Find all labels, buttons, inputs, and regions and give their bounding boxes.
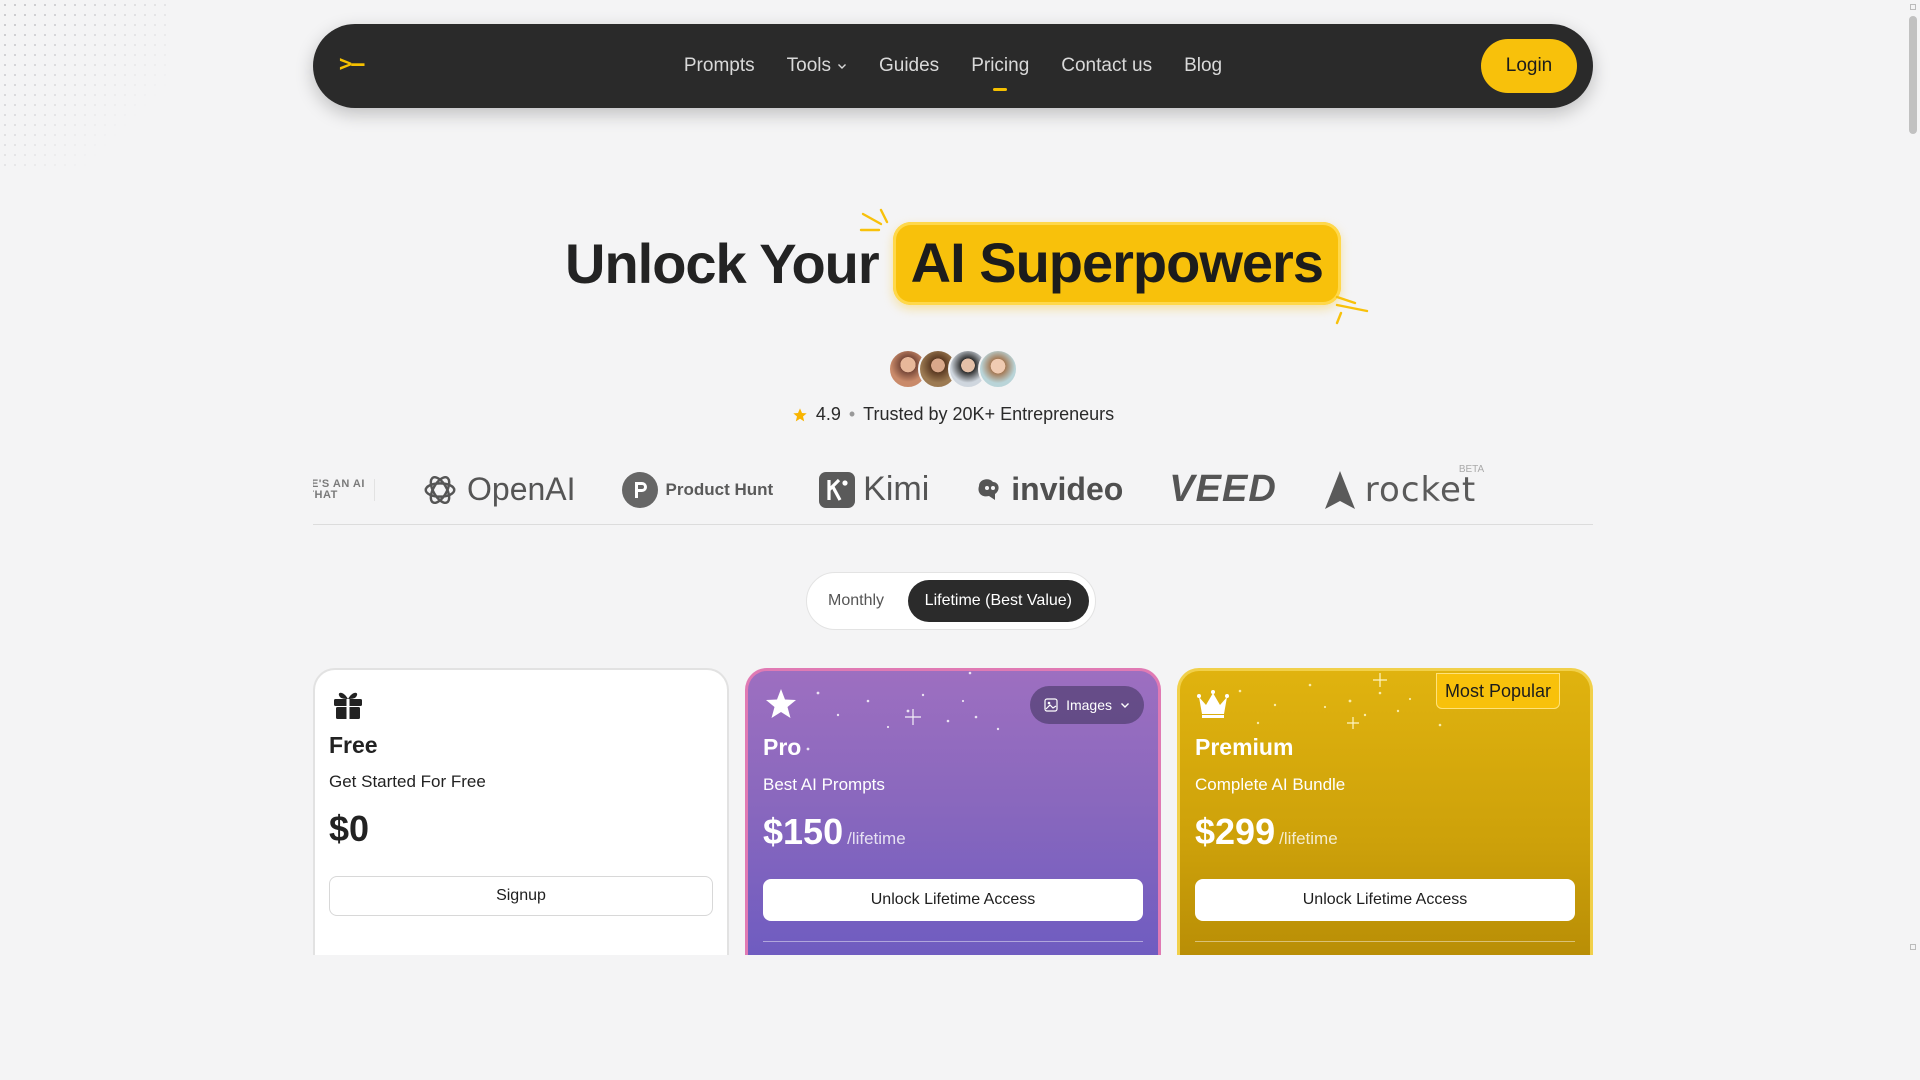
rating-score: 4.9 [815,404,841,424]
hero-title-highlight: AI Superpowers [859,208,1369,325]
nav-item-pricing[interactable]: Pricing [955,55,1045,77]
nav-item-label: Prompts [683,55,755,76]
brand-rocket: rocket BETA [1323,464,1484,510]
brand-logo-strip: THERE'S AN AI FOR THAT OpenAI Product Hu… [313,455,1593,525]
scrollbar-thumb[interactable] [1909,16,1917,134]
price-value: $0 [329,808,370,849]
brand-label: rocket [1364,469,1477,510]
nav-item-tools[interactable]: Tools [771,55,863,77]
brand-label: THERE'S AN AI FOR THAT [313,477,365,501]
price-value: $150 [763,811,844,852]
brand-openai: OpenAI [421,471,576,509]
images-dropdown[interactable]: Images [1030,686,1144,724]
brand-producthunt: Product Hunt [621,471,774,508]
divider [1195,941,1575,942]
plan-price: $0 [329,808,369,850]
nav-item-guides[interactable]: Guides [863,55,955,77]
user-avatars [0,349,1906,389]
decorative-dot-grid [0,0,170,170]
gift-icon [334,692,362,719]
brand-invideo: invideo [975,471,1123,508]
page-scrollbar[interactable] [1906,0,1920,1080]
nav-item-label: Pricing [971,55,1030,76]
nav-links: Prompts Tools Guides Pricing Contact us … [313,24,1593,108]
billing-toggle: Monthly Lifetime (Best Value) [806,572,1096,630]
plan-name: Free [329,732,378,758]
plan-card-premium: Most Popular Premium Complete AI Bundle … [1177,668,1593,955]
producthunt-logo-icon [621,471,658,508]
nav-item-label: Guides [878,55,940,76]
chevron-down-icon [837,64,846,69]
price-period: /lifetime [847,829,906,848]
brand-label: invideo [1011,471,1124,507]
nav-item-blog[interactable]: Blog [1168,55,1238,77]
unlock-lifetime-button[interactable]: Unlock Lifetime Access [763,879,1143,921]
plan-price: $150 /lifetime [763,811,906,853]
plan-name: Premium [1195,734,1294,760]
nav-item-label: Tools [786,55,831,76]
hero-highlight-text: AI Superpowers [910,231,1324,294]
brand-kimi: Kimi [819,470,929,509]
plan-price: $299 /lifetime [1195,811,1338,853]
divider [763,941,1143,942]
signup-button[interactable]: Signup [329,876,713,916]
sparkle-lines-icon [1335,295,1369,325]
hero-title-plain: Unlock Your [565,232,880,295]
price-value: $299 [1195,811,1276,852]
star-icon [793,407,807,421]
brand-label: OpenAI [467,471,576,507]
top-navbar: >– Prompts Tools Guides Pricing Contact … [313,24,1593,108]
plan-card-pro: Images Pro Best AI Prompts $150 /lifetim… [745,668,1161,955]
avatar [978,349,1018,389]
trusted-text: Trusted by 20K+ Entrepreneurs [863,404,1115,424]
brand-label: VEED [1169,468,1277,510]
scroll-down-arrow[interactable] [1910,944,1916,950]
nav-item-label: Contact us [1061,55,1153,76]
nav-item-label: Blog [1184,55,1223,76]
plan-name: Pro [763,734,802,760]
nav-item-prompts[interactable]: Prompts [668,55,771,77]
most-popular-badge: Most Popular [1435,673,1560,709]
chevron-down-icon [1121,703,1129,708]
nav-item-contact[interactable]: Contact us [1045,55,1168,77]
hero-heading: Unlock Your AI Superpowers [0,208,1906,325]
login-button[interactable]: Login [1481,39,1577,93]
star-icon [766,689,796,718]
toggle-lifetime[interactable]: Lifetime (Best Value) [907,580,1089,622]
rocket-logo-icon [1324,470,1355,509]
plan-subtitle: Best AI Prompts [763,775,885,794]
plan-card-free: Free Get Started For Free $0 Signup [313,668,729,955]
toggle-monthly[interactable]: Monthly [813,580,899,622]
invideo-logo-icon [978,478,999,500]
price-period: /lifetime [1279,829,1338,848]
rating-row: 4.9 • Trusted by 20K+ Entrepreneurs [0,404,1906,425]
brand-label: Product Hunt [665,479,774,499]
crown-icon [1197,690,1229,718]
brand-label: Kimi [863,470,930,508]
separator-dot: • [848,404,856,424]
scroll-up-arrow[interactable] [1910,4,1916,10]
dropdown-label: Images [1066,697,1112,713]
unlock-lifetime-button[interactable]: Unlock Lifetime Access [1195,879,1575,921]
plan-subtitle: Get Started For Free [329,772,486,791]
brand-veed: VEED [1169,468,1276,511]
beta-badge: BETA [1458,463,1485,475]
brand-theresanai: THERE'S AN AI FOR THAT [313,477,375,501]
kimi-logo-icon [819,471,856,508]
image-icon [1044,698,1058,712]
openai-logo-icon [424,475,456,504]
sparkle-lines-icon [859,208,888,232]
plan-subtitle: Complete AI Bundle [1195,775,1346,794]
